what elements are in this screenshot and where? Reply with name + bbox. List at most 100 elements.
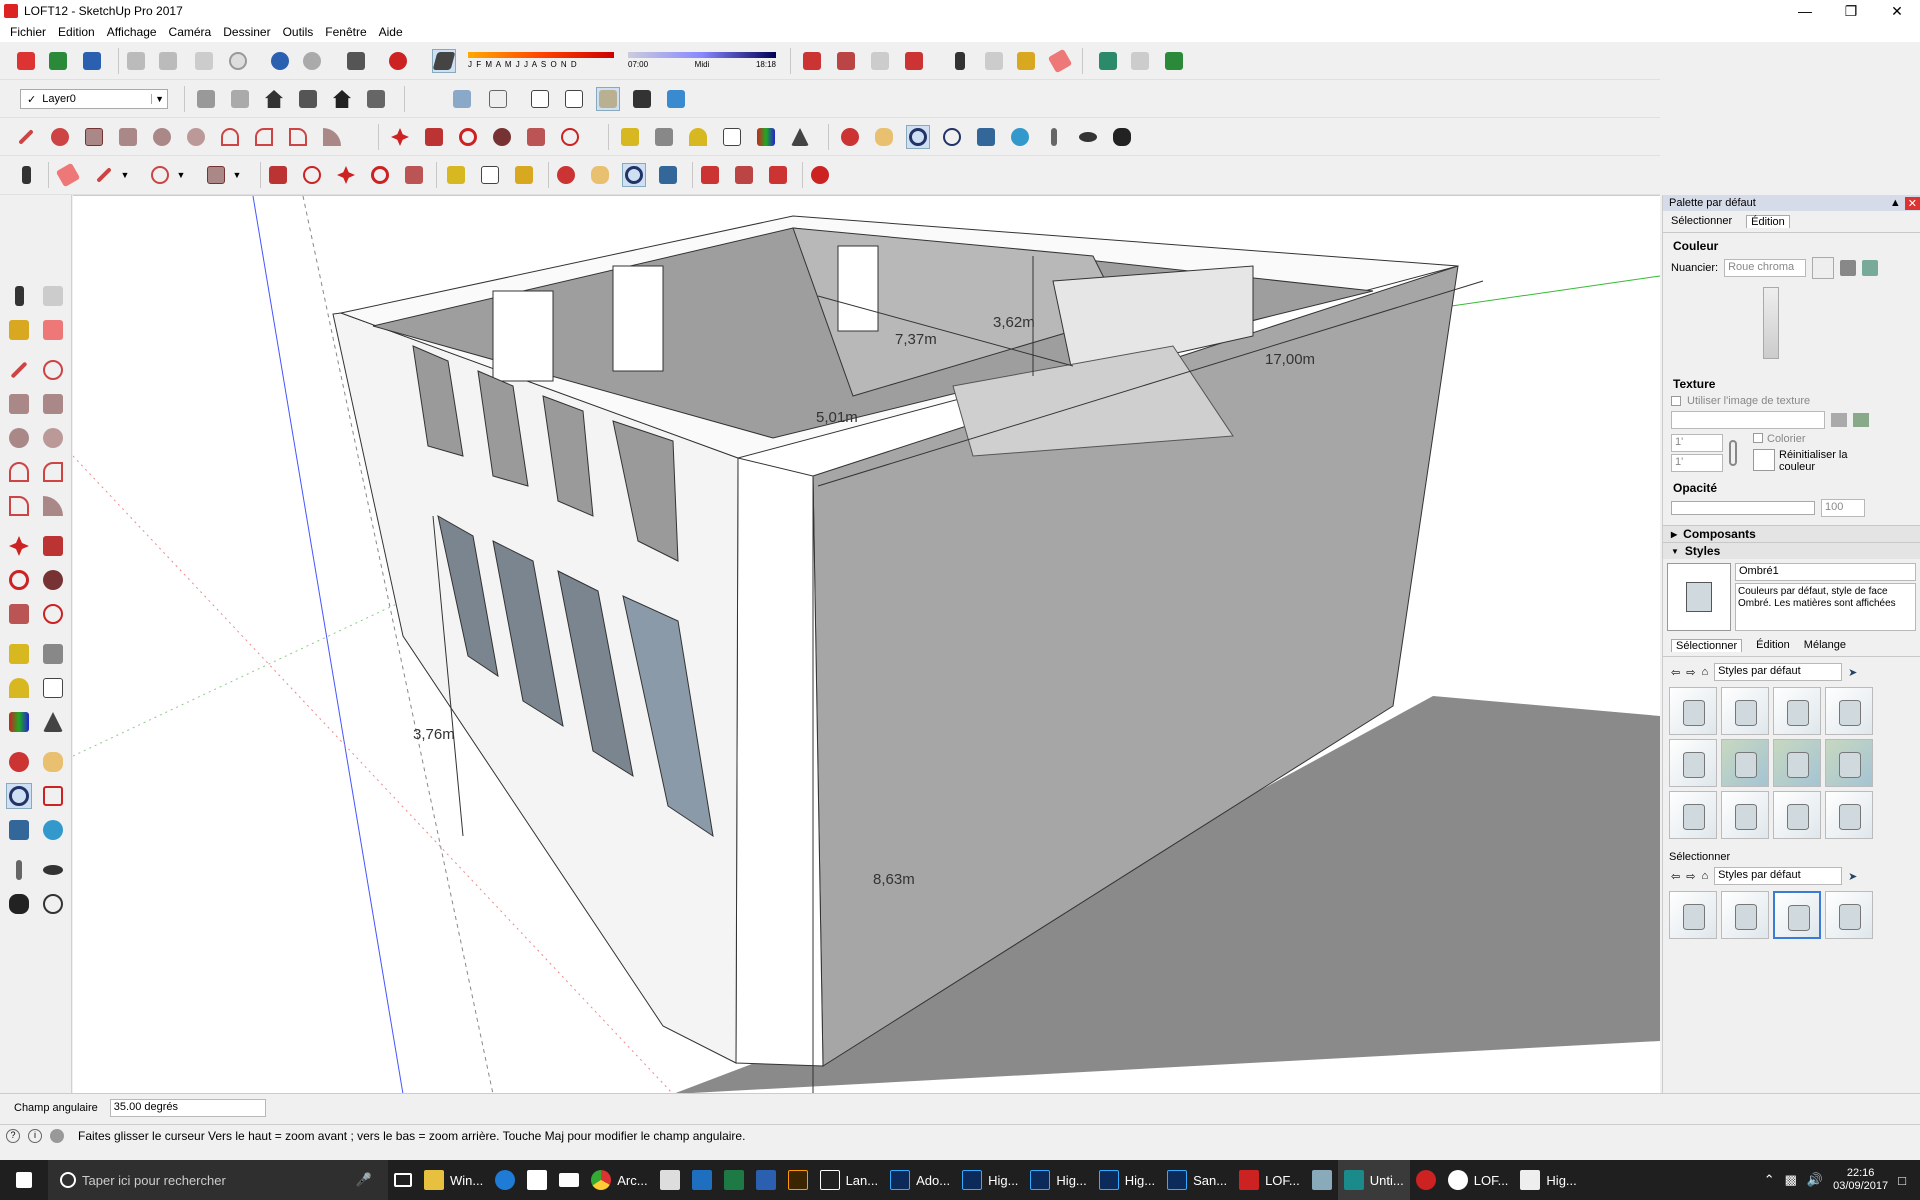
select-tool-left[interactable] (6, 283, 32, 309)
copy-button[interactable] (156, 49, 180, 73)
taskbar-item-ps3[interactable]: Hig... (1024, 1160, 1092, 1200)
menu-affichage[interactable]: Affichage (101, 25, 163, 39)
rotate-tool-button-2[interactable] (368, 163, 392, 187)
style-cell[interactable] (1721, 791, 1769, 839)
opacity-slider[interactable] (1671, 501, 1815, 515)
volume-icon[interactable]: 🔊 (1807, 1172, 1823, 1188)
style-cell-selected[interactable] (1773, 891, 1821, 939)
taskbar-mail[interactable] (553, 1160, 585, 1200)
3d-text-button[interactable] (788, 125, 812, 149)
zoom-window-tool-left[interactable] (40, 783, 66, 809)
style-cell[interactable] (1825, 791, 1873, 839)
select-tool-button[interactable] (948, 49, 972, 73)
style-cell[interactable] (1669, 687, 1717, 735)
task-view-button[interactable] (388, 1160, 418, 1200)
save-button[interactable] (80, 49, 104, 73)
pan-tool-left[interactable] (40, 749, 66, 775)
shaded-textures-button[interactable] (596, 87, 620, 111)
style-extra-button[interactable] (664, 87, 688, 111)
menu-fichier[interactable]: Fichier (4, 25, 52, 39)
circle-tool-left[interactable] (6, 425, 32, 451)
share-component-button[interactable] (868, 49, 892, 73)
home-icon[interactable]: ⌂ (1701, 666, 1708, 678)
offset-tool-button[interactable] (558, 125, 582, 149)
chain-link-icon[interactable] (1729, 440, 1737, 466)
paste-button[interactable] (192, 49, 216, 73)
polygon-tool-left[interactable] (40, 425, 66, 451)
shape-dropdown[interactable]: ▼ (230, 163, 244, 187)
eraser-button[interactable] (1047, 48, 1073, 74)
text-tool-button[interactable] (720, 125, 744, 149)
pie-tool-button[interactable] (320, 125, 344, 149)
texture-width-field[interactable]: 1' (1671, 434, 1723, 452)
zoom-extents-button-2[interactable] (656, 163, 680, 187)
menu-camera[interactable]: Caméra (163, 25, 218, 39)
composants-section[interactable]: ▶ Composants (1663, 525, 1920, 542)
colorier-checkbox[interactable] (1753, 433, 1763, 443)
menu-aide[interactable]: Aide (373, 25, 409, 39)
line-tool-left[interactable] (6, 357, 32, 383)
minimize-icon[interactable]: — (1782, 0, 1828, 22)
3d-text-tool-left[interactable] (40, 709, 66, 735)
extension-manager-button[interactable] (808, 163, 832, 187)
extension-warehouse-button-2[interactable] (732, 163, 756, 187)
axes-tool-left[interactable] (6, 709, 32, 735)
nuancier-select[interactable]: Roue chroma (1724, 259, 1807, 277)
arc-dropdown[interactable]: ▼ (174, 163, 188, 187)
display-color-icon[interactable] (1862, 260, 1879, 276)
taskbar-item-unreal[interactable]: LOF... (1442, 1160, 1515, 1200)
offset-tool-left[interactable] (40, 601, 66, 627)
tape-tool-left[interactable] (6, 641, 32, 667)
sample-paint-icon[interactable] (1840, 260, 1857, 276)
pushpull-tool-left[interactable] (40, 533, 66, 559)
paint-bucket-button-2[interactable] (512, 163, 536, 187)
zoom-tool-button[interactable] (906, 125, 930, 149)
zoom-extents-tool-left[interactable] (6, 817, 32, 843)
style-cell[interactable] (1825, 891, 1873, 939)
help-icon[interactable]: ? (6, 1128, 20, 1143)
walk-tool-left[interactable] (6, 891, 32, 917)
wireframe-button[interactable] (486, 87, 510, 111)
orbit-tool-button-2[interactable] (554, 163, 578, 187)
previous-view-tool-left[interactable] (40, 817, 66, 843)
color-wheel-slider[interactable] (1763, 287, 1779, 359)
forward-icon[interactable]: ⇨ (1686, 870, 1695, 883)
cut-button[interactable] (124, 49, 148, 73)
tab-materials-edit[interactable]: Édition (1746, 215, 1790, 228)
previous-view-button[interactable] (1008, 125, 1032, 149)
measurements-field[interactable]: 35.00 degrés (109, 1099, 266, 1117)
shape-tool-button-2[interactable] (204, 163, 228, 187)
send-layout-button[interactable] (766, 163, 790, 187)
home-icon[interactable]: ⌂ (1701, 870, 1708, 882)
rectangle-tool-button[interactable] (82, 125, 106, 149)
styles-collection-select[interactable]: Styles par défaut (1714, 663, 1843, 681)
rotate-tool-button[interactable] (456, 125, 480, 149)
arc-3pt-tool-button[interactable] (286, 125, 310, 149)
share-model-button[interactable] (834, 49, 858, 73)
user-icon[interactable] (50, 1128, 64, 1143)
details-arrow-icon[interactable]: ➤ (1848, 666, 1857, 679)
followme-tool-button[interactable] (490, 125, 514, 149)
forward-icon[interactable]: ⇨ (1686, 666, 1695, 679)
position-camera-tool-left[interactable] (6, 857, 32, 883)
tape-measure-button-2[interactable] (444, 163, 468, 187)
taskbar-edge[interactable] (489, 1160, 521, 1200)
pie-tool-left[interactable] (40, 493, 66, 519)
view-right-button[interactable] (296, 87, 320, 111)
color-swatch[interactable] (1812, 257, 1835, 279)
view-top-button[interactable] (228, 87, 252, 111)
component-tool-left[interactable] (40, 283, 66, 309)
arc-tool-button-2[interactable] (148, 163, 172, 187)
dimension-tool-button[interactable] (652, 125, 676, 149)
erase-selection-button[interactable] (226, 49, 250, 73)
menu-edition[interactable]: Edition (52, 25, 101, 39)
texture-height-field[interactable]: 1' (1671, 454, 1723, 472)
freehand-tool-left[interactable] (40, 357, 66, 383)
view-iso-button[interactable] (194, 87, 218, 111)
redo-button[interactable] (300, 49, 324, 73)
taskbar-search[interactable]: Taper ici pour rechercher 🎤 (48, 1160, 388, 1200)
browse-texture-icon[interactable] (1831, 413, 1847, 427)
taskbar-store[interactable] (521, 1160, 553, 1200)
undo-button[interactable] (268, 49, 292, 73)
clock-time[interactable]: 22:16 (1847, 1167, 1875, 1180)
